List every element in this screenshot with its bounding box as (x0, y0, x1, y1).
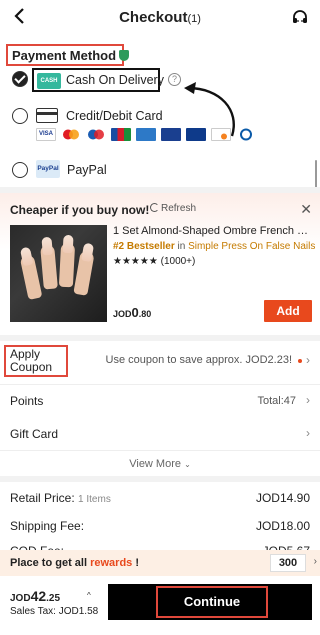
rewards-points: 300 (270, 554, 306, 572)
chevron-right-icon[interactable]: › (306, 393, 310, 407)
sales-tax: Sales Tax: JOD1.58 (10, 606, 99, 617)
coupon-hint[interactable]: Use coupon to save approx. JOD2.23! (106, 354, 293, 366)
bestseller-badge: #2 Bestseller in Simple Press On False N… (113, 241, 315, 252)
cash-on-delivery-option[interactable]: CASH Cash On Delivery (32, 68, 164, 92)
finger (73, 242, 95, 296)
price-currency: JOD (113, 309, 132, 319)
payment-method-title: Payment Method (6, 44, 130, 66)
discover-icon (211, 128, 231, 141)
star-icons: ★★★★★ (113, 256, 158, 267)
refresh-label: Refresh (161, 203, 197, 214)
nail (19, 246, 34, 267)
divider (0, 384, 320, 385)
add-button[interactable]: Add (264, 300, 312, 322)
bestseller-category: Simple Press On False Nails (188, 241, 316, 252)
divider (0, 450, 320, 451)
jcb-icon (111, 128, 131, 141)
shipping-fee-label: Shipping Fee: (10, 519, 85, 533)
divider (0, 476, 320, 482)
paypal-radio[interactable] (12, 162, 28, 178)
nail (81, 242, 95, 263)
mastercard-icon (61, 128, 81, 141)
payment-method-title-text: Payment Method (12, 48, 117, 63)
price-integer: 0 (131, 305, 139, 320)
rewards-text: Place to get all rewards ! (10, 557, 139, 569)
price-decimal: .80 (138, 309, 152, 319)
cheaper-recommendation: Cheaper if you buy now! Refresh ✕ 1 Set … (0, 193, 320, 335)
rewards-highlight: rewards (90, 557, 133, 569)
bestseller-in: in (177, 241, 186, 252)
refresh-icon (150, 203, 159, 212)
notification-dot (298, 359, 302, 363)
cod-label: Cash On Delivery (66, 73, 164, 87)
product-image[interactable] (10, 225, 107, 322)
visa-icon: VISA (36, 128, 56, 141)
apply-coupon-label[interactable]: Apply Coupon (4, 345, 68, 377)
item-count: (1) (187, 13, 201, 25)
chevron-right-icon[interactable]: › (314, 556, 317, 567)
diners-icon (186, 128, 206, 141)
paypal-icon: PayPal (36, 160, 60, 178)
product-name[interactable]: 1 Set Almond-Shaped Ombre French Mi... (113, 225, 311, 237)
diners-club-icon (236, 128, 256, 141)
nail (41, 236, 53, 256)
rewards-bar[interactable]: Place to get all rewards ! 300 › (0, 550, 320, 576)
checkout-bottom-bar: JOD42.25 ^ Sales Tax: JOD1.58 Continue (0, 578, 320, 635)
amex-icon (136, 128, 156, 141)
nail (62, 234, 74, 254)
product-rating: ★★★★★ (1000+) (113, 256, 195, 267)
total-currency: JOD (10, 593, 31, 604)
chevron-down-icon: ⌄ (184, 460, 191, 469)
divider (0, 335, 320, 341)
product-price: JOD0.80 (113, 305, 151, 320)
paypal-label[interactable]: PayPal (67, 163, 107, 177)
header: Checkout(1) (0, 0, 320, 36)
cash-icon: CASH (37, 73, 61, 89)
chevron-right-icon[interactable]: › (306, 426, 310, 440)
customer-support-icon[interactable] (290, 8, 310, 28)
credit-card-label[interactable]: Credit/Debit Card (66, 109, 163, 123)
retail-price-label: Retail Price: 1 Items (10, 491, 111, 505)
total-decimal: .25 (46, 593, 61, 604)
chevron-up-icon[interactable]: ^ (87, 591, 91, 600)
rewards-prefix: Place to get all (10, 557, 88, 569)
finger (19, 246, 43, 300)
continue-button[interactable]: Continue (108, 584, 312, 620)
page-title-text: Checkout (119, 9, 188, 26)
secure-shield-icon (119, 50, 130, 61)
shipping-fee-value: JOD18.00 (255, 519, 310, 533)
cod-radio[interactable] (12, 71, 28, 87)
refresh-button[interactable]: Refresh (150, 203, 196, 214)
mada-icon (161, 128, 181, 141)
chevron-right-icon[interactable]: › (306, 353, 310, 367)
retail-price-text: Retail Price: (10, 491, 75, 505)
points-value: Total:47 (257, 395, 296, 407)
rewards-suffix: ! (135, 557, 140, 569)
bestseller-rank: #2 Bestseller (113, 241, 175, 252)
maestro-icon (86, 128, 106, 141)
points-label[interactable]: Points (10, 394, 43, 408)
retail-item-count: 1 Items (78, 494, 111, 505)
credit-card-icon (36, 108, 58, 123)
view-more-label: View More (129, 458, 181, 470)
review-count: (1000+) (160, 256, 196, 267)
close-icon[interactable]: ✕ (300, 201, 312, 218)
finger (58, 234, 76, 288)
cheaper-title: Cheaper if you buy now! (10, 203, 150, 217)
continue-label: Continue (156, 586, 268, 618)
gift-card-label[interactable]: Gift Card (10, 427, 58, 441)
page-title: Checkout(1) (0, 9, 320, 26)
card-radio[interactable] (12, 108, 28, 124)
finger (40, 236, 58, 290)
view-more-button[interactable]: View More ⌄ (0, 458, 320, 470)
order-total[interactable]: JOD42.25 (10, 588, 60, 604)
retail-price-value: JOD14.90 (255, 491, 310, 505)
total-integer: 42 (30, 588, 47, 604)
